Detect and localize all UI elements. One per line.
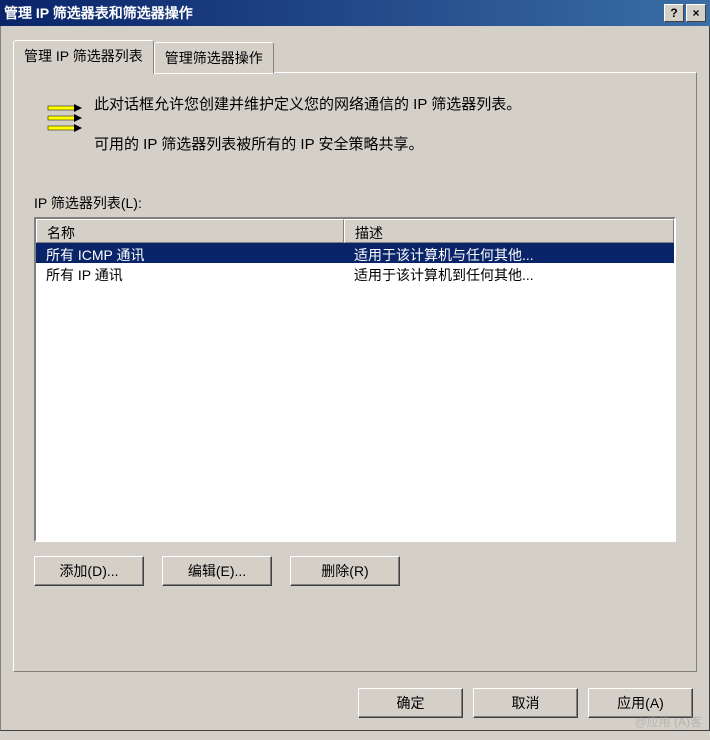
filter-icon-box: [34, 93, 94, 173]
row-desc: 适用于该计算机与任何其他...: [344, 243, 674, 263]
apply-button[interactable]: 应用(A): [588, 688, 693, 718]
filter-icon: [44, 98, 84, 138]
row-name: 所有 ICMP 通讯: [36, 243, 344, 263]
filter-list-box[interactable]: 名称 描述 所有 ICMP 通讯 适用于该计算机与任何其他... 所有 IP 通…: [34, 217, 676, 542]
tab-filter-list[interactable]: 管理 IP 筛选器列表: [13, 40, 154, 74]
ok-button[interactable]: 确定: [358, 688, 463, 718]
close-button[interactable]: ×: [686, 4, 706, 22]
dialog-footer: 确定 取消 应用(A): [0, 676, 710, 731]
titlebar-buttons: ? ×: [664, 4, 706, 22]
remove-button[interactable]: 删除(R): [290, 556, 400, 586]
column-desc[interactable]: 描述: [344, 219, 674, 243]
edit-button[interactable]: 编辑(E)...: [162, 556, 272, 586]
column-name[interactable]: 名称: [36, 219, 344, 243]
action-buttons: 添加(D)... 编辑(E)... 删除(R): [34, 556, 676, 586]
list-label: IP 筛选器列表(L):: [34, 193, 676, 213]
add-button[interactable]: 添加(D)...: [34, 556, 144, 586]
row-name: 所有 IP 通讯: [36, 263, 344, 283]
tab-filter-action[interactable]: 管理筛选器操作: [154, 42, 274, 74]
window-title: 管理 IP 筛选器表和筛选器操作: [4, 3, 664, 23]
list-header: 名称 描述: [36, 219, 674, 243]
list-body: 所有 ICMP 通讯 适用于该计算机与任何其他... 所有 IP 通讯 适用于该…: [36, 243, 674, 283]
list-row[interactable]: 所有 IP 通讯 适用于该计算机到任何其他...: [36, 263, 674, 283]
cancel-button[interactable]: 取消: [473, 688, 578, 718]
tabs: 管理 IP 筛选器列表 管理筛选器操作: [13, 40, 697, 74]
list-row[interactable]: 所有 ICMP 通讯 适用于该计算机与任何其他...: [36, 243, 674, 263]
help-button[interactable]: ?: [664, 4, 684, 22]
tab-content: 此对话框允许您创建并维护定义您的网络通信的 IP 筛选器列表。 可用的 IP 筛…: [13, 72, 697, 672]
info-line2: 可用的 IP 筛选器列表被所有的 IP 安全策略共享。: [94, 133, 676, 157]
info-text: 此对话框允许您创建并维护定义您的网络通信的 IP 筛选器列表。 可用的 IP 筛…: [94, 93, 676, 173]
dialog-body: 管理 IP 筛选器列表 管理筛选器操作 此对话框允许您创建并维护定义您的网络通信…: [0, 26, 710, 676]
row-desc: 适用于该计算机到任何其他...: [344, 263, 674, 283]
info-row: 此对话框允许您创建并维护定义您的网络通信的 IP 筛选器列表。 可用的 IP 筛…: [34, 93, 676, 173]
info-line1: 此对话框允许您创建并维护定义您的网络通信的 IP 筛选器列表。: [94, 93, 676, 117]
titlebar: 管理 IP 筛选器表和筛选器操作 ? ×: [0, 0, 710, 26]
